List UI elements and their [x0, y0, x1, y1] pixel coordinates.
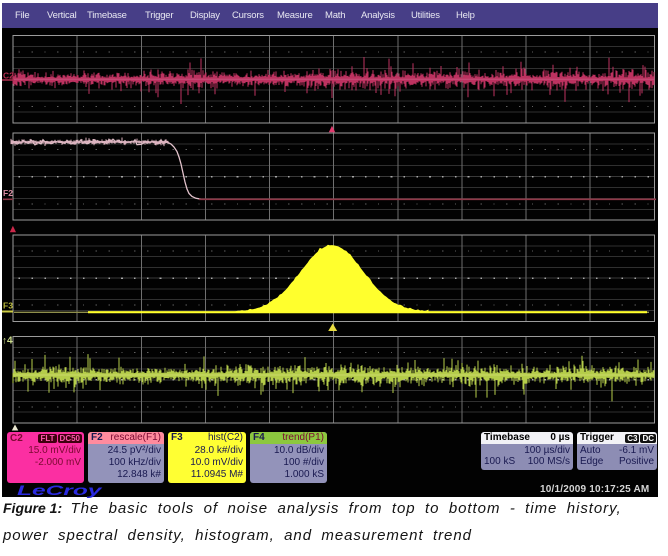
svg-text:↑4: ↑4	[2, 336, 13, 347]
svg-text:C2: C2	[3, 71, 14, 81]
svg-text:F3: F3	[3, 301, 13, 311]
svg-text:F2: F2	[3, 188, 13, 198]
